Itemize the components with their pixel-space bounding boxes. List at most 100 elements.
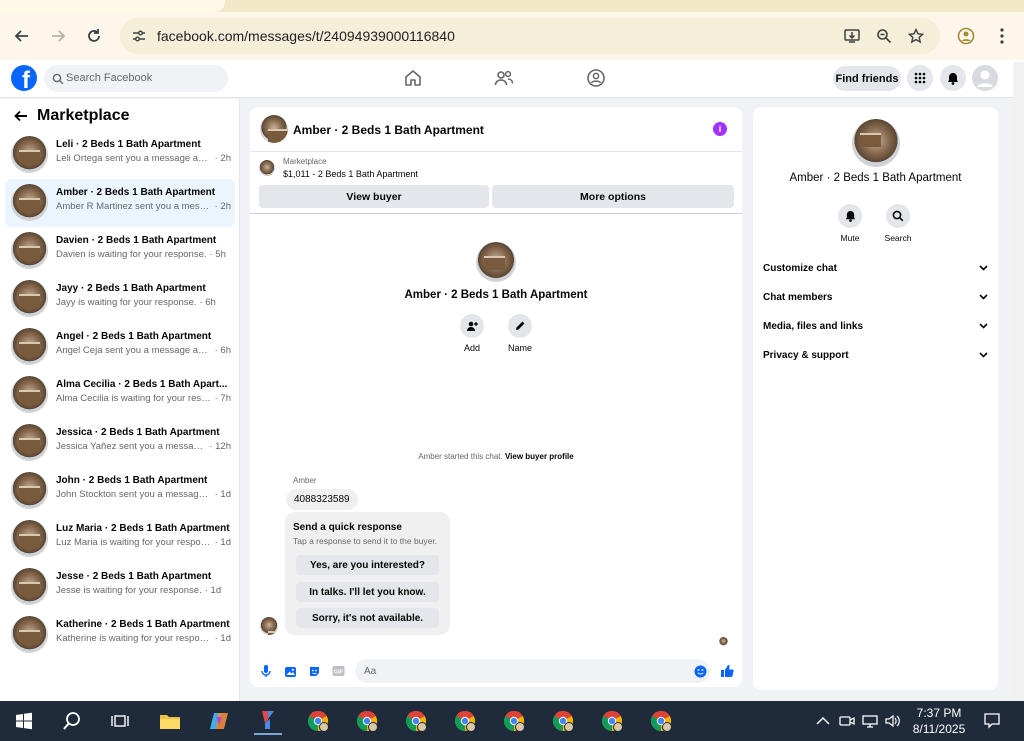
conversation-time: · 6h [199, 297, 216, 308]
taskbar-search-icon[interactable] [58, 707, 86, 735]
facebook-logo[interactable]: f [11, 65, 37, 91]
conversation-preview: Davien is waiting for your response. · 5h [56, 249, 231, 260]
conversation-item[interactable]: Jesse · 2 Beds 1 Bath Apartment Jesse is … [5, 563, 235, 611]
add-person-icon[interactable] [460, 314, 484, 338]
gif-icon-label: GIF [333, 670, 343, 676]
more-options-button[interactable]: More options [492, 185, 734, 208]
view-buyer-button[interactable]: View buyer [259, 185, 489, 208]
windows-start-icon[interactable] [10, 707, 38, 735]
sender-avatar[interactable] [260, 617, 278, 635]
active-app-icon[interactable] [254, 707, 282, 735]
conversation-item[interactable]: Angel · 2 Beds 1 Bath Apartment Angel Cej… [5, 323, 235, 371]
file-explorer-icon[interactable] [156, 707, 184, 735]
conversation-preview-text: Alma Cecilia is waiting for your respo..… [56, 393, 212, 404]
chevron-down-icon [979, 323, 988, 329]
copilot-icon[interactable] [205, 707, 233, 735]
details-section-item[interactable]: Chat members [763, 287, 988, 307]
conversation-preview-text: Davien is waiting for your response. [56, 249, 207, 260]
page-scrollbar[interactable] [1013, 62, 1024, 699]
conversation-item[interactable]: Jessica · 2 Beds 1 Bath Apartment Jessica… [5, 419, 235, 467]
name-action[interactable]: Name [505, 314, 535, 353]
search-in-chat-icon[interactable] [886, 204, 910, 228]
install-app-icon[interactable] [842, 26, 862, 46]
search-action[interactable]: Search [878, 204, 918, 243]
profile-icon[interactable] [954, 24, 978, 48]
address-bar[interactable]: facebook.com/messages/t/2409493900011684… [120, 18, 940, 54]
bookmark-star-icon[interactable] [906, 26, 926, 46]
conversation-item[interactable]: Amber · 2 Beds 1 Bath Apartment Amber R M… [5, 179, 235, 227]
chat-avatar[interactable] [260, 115, 288, 143]
quick-reply-button[interactable]: Sorry, it's not available. [296, 608, 439, 628]
search-label: Search [884, 233, 912, 243]
zoom-icon[interactable] [874, 26, 894, 46]
info-icon[interactable]: i [713, 122, 727, 136]
chrome-browser-icon[interactable] [598, 707, 626, 735]
groups-icon[interactable] [586, 68, 606, 88]
friends-icon[interactable] [494, 68, 514, 88]
conversation-preview: Leli Ortega sent you a message about... ·… [56, 153, 231, 164]
conversation-item[interactable]: Leli · 2 Beds 1 Bath Apartment Leli Orteg… [5, 131, 235, 179]
mute-bell-icon[interactable] [838, 204, 862, 228]
details-section-item[interactable]: Privacy & support [763, 345, 988, 365]
thumbs-up-icon[interactable] [720, 664, 734, 678]
browser-menu-icon[interactable] [990, 24, 1014, 48]
system-clock[interactable]: 7:37 PM 8/11/2025 [905, 705, 973, 737]
chrome-browser-icon[interactable] [402, 707, 430, 735]
sticker-icon[interactable] [307, 664, 321, 678]
site-settings-icon[interactable] [130, 27, 148, 45]
message-input[interactable] [355, 659, 710, 683]
notification-center-icon[interactable] [983, 712, 1001, 730]
conversation-time: · 2h [214, 201, 231, 212]
details-section-item[interactable]: Media, files and links [763, 316, 988, 336]
add-action[interactable]: Add [457, 314, 487, 353]
browser-active-tab[interactable] [0, 0, 225, 12]
conversation-preview-text: Amber R Martinez sent you a messag... [56, 201, 212, 212]
account-avatar[interactable] [972, 65, 998, 91]
gif-icon[interactable]: GIF [331, 664, 345, 678]
conversation-item[interactable]: Davien · 2 Beds 1 Bath Apartment Davien i… [5, 227, 235, 275]
chrome-browser-icon[interactable] [647, 707, 675, 735]
mute-action[interactable]: Mute [830, 204, 870, 243]
facebook-logo-letter: f [22, 67, 30, 92]
facebook-search-box[interactable]: Search Facebook [44, 65, 228, 92]
home-icon[interactable] [403, 68, 423, 88]
pencil-icon[interactable] [508, 314, 532, 338]
panel-header: Marketplace [14, 107, 130, 125]
chat-title[interactable]: Amber · 2 Beds 1 Bath Apartment [293, 123, 484, 137]
forward-icon[interactable] [46, 24, 70, 48]
quick-reply-button[interactable]: Yes, are you interested? [296, 555, 439, 575]
network-icon[interactable] [862, 713, 878, 729]
view-buyer-profile-link[interactable]: View buyer profile [505, 452, 574, 461]
conversation-item[interactable]: John · 2 Beds 1 Bath Apartment John Stock… [5, 467, 235, 515]
photo-gallery-icon[interactable] [283, 664, 297, 678]
details-section-item[interactable]: Customize chat [763, 258, 988, 278]
chrome-browser-icon[interactable] [549, 707, 577, 735]
task-view-icon[interactable] [106, 707, 134, 735]
back-arrow-icon[interactable] [14, 110, 28, 122]
conversation-preview: Amber R Martinez sent you a messag... · 2… [56, 201, 231, 212]
conversation-item[interactable]: Luz Maria · 2 Beds 1 Bath Apartment Luz M… [5, 515, 235, 563]
quick-reply-button[interactable]: In talks. I'll let you know. [296, 582, 439, 602]
message-bubble[interactable]: 4088323589 [286, 489, 358, 510]
show-hidden-icons-chevron-icon[interactable] [815, 713, 831, 729]
chrome-browser-icon[interactable] [500, 707, 528, 735]
back-icon[interactable] [10, 24, 34, 48]
chrome-browser-icon[interactable] [353, 707, 381, 735]
volume-icon[interactable] [885, 713, 901, 729]
marketplace-listing-bar: Marketplace $1,011 - 2 Beds 1 Bath Apart… [250, 152, 742, 214]
conversation-name: Jessica · 2 Beds 1 Bath Apartment [56, 427, 220, 438]
chrome-browser-icon[interactable] [304, 707, 332, 735]
microphone-icon[interactable] [259, 664, 273, 678]
message-composer: GIF [250, 657, 742, 687]
notifications-bell-icon[interactable] [940, 65, 966, 91]
quick-response-card: Send a quick response Tap a response to … [285, 512, 450, 635]
conversation-item[interactable]: Alma Cecilia · 2 Beds 1 Bath Apart... Alm… [5, 371, 235, 419]
emoji-icon[interactable] [693, 664, 707, 678]
menu-grid-icon[interactable] [907, 65, 933, 91]
find-friends-button[interactable]: Find friends [833, 66, 901, 91]
conversation-item[interactable]: Jayy · 2 Beds 1 Bath Apartment Jayy is wa… [5, 275, 235, 323]
reload-icon[interactable] [82, 24, 106, 48]
meet-now-camera-icon[interactable] [839, 713, 855, 729]
chrome-browser-icon[interactable] [451, 707, 479, 735]
conversation-item[interactable]: Katherine · 2 Beds 1 Bath Apartment Kathe… [5, 611, 235, 659]
